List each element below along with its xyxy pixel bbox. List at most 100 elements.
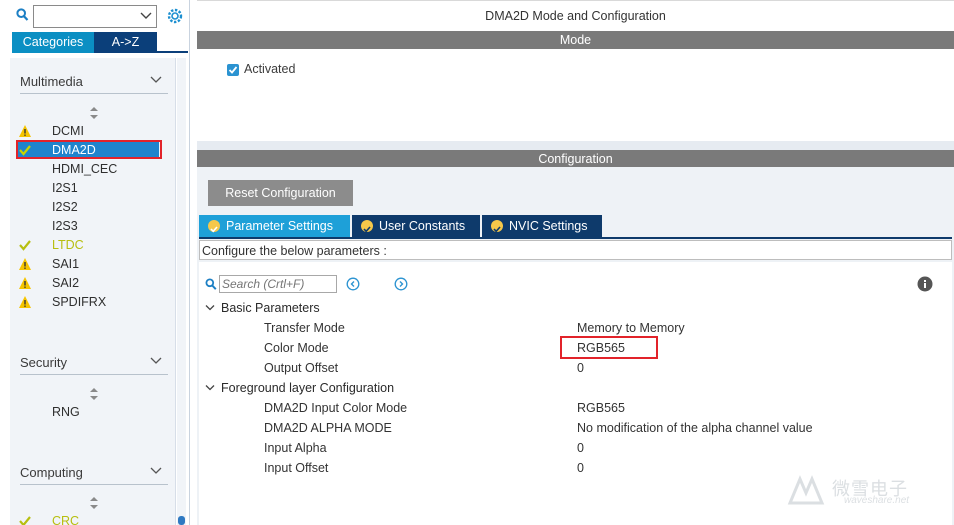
search-icon[interactable] [16, 8, 29, 22]
list-item-dma2d[interactable]: DMA2D [18, 141, 159, 159]
checkmark-icon [19, 516, 31, 525]
list-item-label: RNG [52, 405, 80, 419]
param-value[interactable]: 0 [577, 439, 584, 457]
page-title: DMA2D Mode and Configuration [197, 0, 954, 31]
info-icon[interactable] [917, 276, 933, 292]
status-ok-icon [491, 220, 503, 233]
tab-underline [199, 237, 952, 239]
tab-nvic-settings[interactable]: NVIC Settings [482, 215, 602, 237]
list-item-i2s3[interactable]: I2S3 [18, 217, 158, 235]
activated-checkbox[interactable] [227, 64, 239, 76]
chevron-down-icon[interactable] [150, 357, 162, 365]
configure-parameters-label: Configure the below parameters : [199, 240, 952, 260]
category-tree: Multimedia DCMI DMA2D HDMI_CEC I2S1 I2S2… [10, 58, 176, 525]
list-item-i2s2[interactable]: I2S2 [18, 198, 158, 216]
watermark-subtext: waveshare.net [844, 495, 910, 506]
tab-label: NVIC Settings [509, 219, 588, 233]
parameter-search-input[interactable] [219, 275, 337, 293]
param-name: DMA2D ALPHA MODE [264, 421, 392, 435]
list-item-label: DMA2D [52, 143, 96, 157]
param-name: DMA2D Input Color Mode [264, 401, 408, 415]
param-name: Output Offset [264, 361, 339, 375]
list-item-ltdc[interactable]: LTDC [18, 236, 158, 254]
list-item-label: I2S2 [52, 200, 78, 214]
tree-scrollbar-thumb[interactable] [178, 516, 185, 525]
param-value[interactable]: No modification of the alpha channel val… [577, 419, 813, 437]
list-item-label: LTDC [52, 238, 84, 252]
group-basic-parameters[interactable]: Basic Parameters [203, 299, 320, 317]
checkmark-icon [19, 145, 31, 156]
chevron-down-icon[interactable] [150, 467, 162, 475]
previous-match-icon[interactable] [346, 277, 360, 291]
section-computing[interactable]: Computing [20, 461, 168, 485]
param-value[interactable]: 0 [577, 459, 584, 477]
mode-configuration-panel: DMA2D Mode and Configuration Mode Activa… [197, 0, 954, 525]
list-item-dcmi[interactable]: DCMI [18, 122, 158, 140]
list-item-label: I2S1 [52, 181, 78, 195]
sort-updown-icon[interactable] [88, 387, 100, 401]
section-title: Multimedia [20, 74, 83, 89]
list-item-i2s1[interactable]: I2S1 [18, 179, 158, 197]
sort-updown-icon[interactable] [88, 496, 100, 510]
param-value[interactable]: Memory to Memory [577, 319, 685, 337]
category-tabs: Categories A->Z [12, 32, 188, 53]
section-multimedia[interactable]: Multimedia [20, 70, 168, 94]
sort-updown-icon[interactable] [88, 106, 100, 120]
group-title: Foreground layer Configuration [221, 381, 395, 395]
param-name: Transfer Mode [264, 321, 345, 335]
component-search-combo[interactable] [33, 5, 157, 28]
tab-parameter-settings[interactable]: Parameter Settings [199, 215, 350, 237]
tree-scrollbar[interactable] [177, 58, 186, 525]
list-item-rng[interactable]: RNG [18, 403, 158, 421]
checkmark-icon [19, 240, 31, 251]
list-item-label: SAI2 [52, 276, 80, 290]
param-name: Color Mode [264, 341, 329, 355]
param-value[interactable]: RGB565 [577, 339, 625, 357]
group-title: Basic Parameters [221, 301, 320, 315]
warning-icon [19, 125, 31, 137]
param-name: Input Alpha [264, 441, 327, 455]
activated-label: Activated [244, 62, 296, 76]
chevron-down-icon[interactable] [140, 11, 152, 21]
tab-label: Parameter Settings [226, 219, 333, 233]
mode-header: Mode [197, 31, 954, 49]
list-item-label: SAI1 [52, 257, 80, 271]
param-value[interactable]: RGB565 [577, 399, 625, 417]
list-item-spdifrx[interactable]: SPDIFRX [18, 293, 158, 311]
chevron-down-icon[interactable] [150, 76, 162, 84]
list-item-label: SPDIFRX [52, 295, 107, 309]
chevron-down-icon[interactable] [205, 304, 215, 312]
panel-divider[interactable] [197, 141, 954, 150]
list-item-hdmi-cec[interactable]: HDMI_CEC [18, 160, 158, 178]
group-foreground-layer-configuration[interactable]: Foreground layer Configuration [203, 379, 394, 397]
tab-label: User Constants [379, 219, 466, 233]
waveshare-logo-icon [787, 475, 825, 505]
tab-categories[interactable]: Categories [12, 32, 94, 53]
gear-icon[interactable] [166, 7, 184, 25]
component-search-row [0, 4, 189, 28]
search-icon[interactable] [205, 278, 217, 291]
warning-icon [19, 277, 31, 289]
mode-area [197, 49, 954, 141]
next-match-icon[interactable] [394, 277, 408, 291]
param-value[interactable]: 0 [577, 359, 584, 377]
watermark-logo: 微雪电子 waveshare.net [786, 471, 936, 511]
status-ok-icon [361, 220, 373, 233]
list-item-crc[interactable]: CRC [18, 512, 158, 525]
list-item-label: DCMI [52, 124, 84, 138]
warning-icon [19, 258, 31, 270]
list-item-sai1[interactable]: SAI1 [18, 255, 158, 273]
tab-a-to-z[interactable]: A->Z [94, 32, 157, 53]
chevron-down-icon[interactable] [205, 384, 215, 392]
tab-user-constants[interactable]: User Constants [352, 215, 480, 237]
warning-icon [19, 296, 31, 308]
list-item-sai2[interactable]: SAI2 [18, 274, 158, 292]
param-name: Input Offset [264, 461, 329, 475]
reset-configuration-button[interactable]: Reset Configuration [208, 180, 353, 206]
section-title: Security [20, 355, 67, 370]
list-item-label: HDMI_CEC [52, 162, 118, 176]
status-ok-icon [208, 220, 220, 233]
section-title: Computing [20, 465, 83, 480]
checkmark-icon [228, 66, 238, 74]
section-security[interactable]: Security [20, 351, 168, 375]
